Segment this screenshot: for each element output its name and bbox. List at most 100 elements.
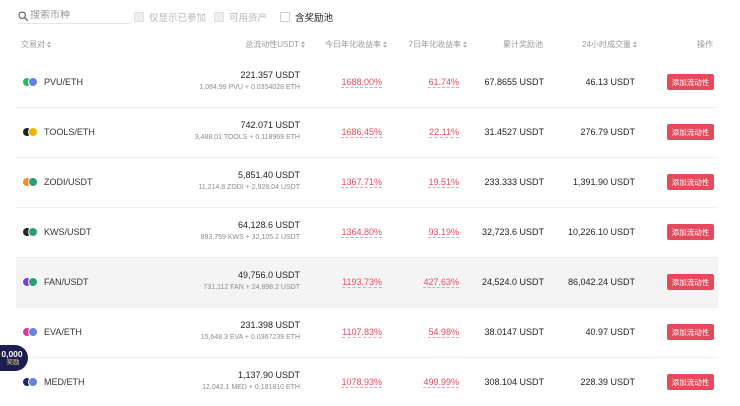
quote-token-icon bbox=[28, 227, 38, 237]
reward-pool-checkbox[interactable] bbox=[280, 12, 290, 22]
header-cumulative-reward: 累计奖励池 bbox=[503, 39, 543, 50]
sort-icon bbox=[463, 40, 468, 49]
pair-name: ZODI/USDT bbox=[44, 177, 93, 187]
add-liquidity-button[interactable]: 添加流动性 bbox=[667, 74, 714, 90]
today-apr[interactable]: 1688.00% bbox=[341, 77, 382, 88]
add-liquidity-button[interactable]: 添加流动性 bbox=[667, 124, 714, 140]
cumulative-reward: 24,524.0 USDT bbox=[481, 277, 544, 287]
apr-7d[interactable]: 499.99% bbox=[423, 377, 459, 388]
pair-name: FAN/USDT bbox=[44, 277, 89, 287]
apr-7d[interactable]: 93.19% bbox=[428, 227, 459, 238]
quote-token-icon bbox=[28, 127, 38, 137]
header-cumulative-reward-label: 累计奖励池 bbox=[503, 40, 543, 49]
sort-icon bbox=[301, 40, 306, 49]
apr-7d[interactable]: 22.11% bbox=[429, 127, 459, 138]
token-pair-icon bbox=[22, 275, 38, 289]
liquidity-detail: 3,488.01 TOOLS + 0.118969 ETH bbox=[194, 134, 300, 141]
pair-cell[interactable]: MED/ETH bbox=[22, 375, 85, 389]
search-box[interactable] bbox=[18, 8, 130, 24]
apr-7d[interactable]: 427.63% bbox=[423, 277, 459, 288]
today-apr[interactable]: 1107.83% bbox=[342, 327, 382, 338]
table-row: KWS/USDT 64,128.6 USDT 893,759 KWS + 32,… bbox=[16, 208, 718, 258]
add-liquidity-button[interactable]: 添加流动性 bbox=[667, 374, 714, 390]
liquidity-detail: 11,214.8 ZODI + 2,928.04 USDT bbox=[198, 184, 300, 191]
pair-name: MED/ETH bbox=[44, 377, 85, 387]
volume-24h: 276.79 USDT bbox=[580, 127, 635, 137]
header-24h-volume[interactable]: 24小时成交量 bbox=[582, 39, 638, 50]
volume-24h: 1,391.90 USDT bbox=[572, 177, 635, 187]
sort-icon bbox=[633, 40, 638, 49]
search-input[interactable] bbox=[30, 10, 126, 21]
today-apr[interactable]: 1367.71% bbox=[341, 177, 382, 188]
volume-24h: 46.13 USDT bbox=[585, 77, 635, 87]
available-assets-filter[interactable]: 可用资产 bbox=[214, 10, 267, 24]
token-pair-icon bbox=[22, 75, 38, 89]
search-icon bbox=[18, 10, 28, 21]
quote-token-icon bbox=[28, 277, 38, 287]
header-action-label: 操作 bbox=[697, 40, 713, 49]
today-apr[interactable]: 1193.73% bbox=[342, 277, 382, 288]
promo-amount: 0,000 bbox=[1, 349, 23, 359]
cumulative-reward: 67.8655 USDT bbox=[484, 77, 544, 87]
pair-name: KWS/USDT bbox=[44, 227, 92, 237]
header-7d-apr[interactable]: 7日年化收益率 bbox=[409, 39, 468, 50]
cumulative-reward: 38.0147 USDT bbox=[484, 327, 544, 337]
pair-cell[interactable]: ZODI/USDT bbox=[22, 175, 93, 189]
today-apr[interactable]: 1078.93% bbox=[341, 377, 382, 388]
total-liquidity: 221.357 USDT bbox=[240, 70, 300, 80]
token-pair-icon bbox=[22, 125, 38, 139]
volume-24h: 40.97 USDT bbox=[585, 327, 635, 337]
total-liquidity: 742.071 USDT bbox=[240, 120, 300, 130]
volume-24h: 86,042.24 USDT bbox=[567, 277, 635, 287]
pair-cell[interactable]: KWS/USDT bbox=[22, 225, 92, 239]
today-apr[interactable]: 1686.45% bbox=[341, 127, 382, 138]
reward-pool-filter[interactable]: 含奖励池 bbox=[280, 10, 333, 24]
liquidity-detail: 731,112 FAN + 24,898.2 USDT bbox=[203, 284, 300, 291]
table-row: MED/ETH 1,137.90 USDT 12,042.1 MED + 0.1… bbox=[16, 358, 718, 406]
pair-name: TOOLS/ETH bbox=[44, 127, 95, 137]
available-assets-label: 可用资产 bbox=[229, 13, 268, 24]
cumulative-reward: 31.4527 USDT bbox=[484, 127, 544, 137]
header-24h-volume-label: 24小时成交量 bbox=[582, 40, 631, 49]
apr-7d[interactable]: 54.98% bbox=[428, 327, 459, 338]
pair-name: EVA/ETH bbox=[44, 327, 82, 337]
today-apr[interactable]: 1364.80% bbox=[341, 227, 382, 238]
only-joined-checkbox[interactable] bbox=[134, 12, 144, 22]
header-total-liquidity[interactable]: 总流动性USDT bbox=[245, 39, 306, 50]
apr-7d[interactable]: 61.74% bbox=[428, 77, 459, 88]
pair-cell[interactable]: PVU/ETH bbox=[22, 75, 83, 89]
pair-cell[interactable]: EVA/ETH bbox=[22, 325, 82, 339]
total-liquidity: 49,756.0 USDT bbox=[237, 270, 300, 280]
add-liquidity-button[interactable]: 添加流动性 bbox=[667, 324, 714, 340]
pair-cell[interactable]: TOOLS/ETH bbox=[22, 125, 95, 139]
promo-badge[interactable]: 0,000 奖励 bbox=[0, 345, 28, 371]
table-row: FAN/USDT 49,756.0 USDT 731,112 FAN + 24,… bbox=[16, 258, 718, 308]
quote-token-icon bbox=[28, 177, 38, 187]
table-row: ZODI/USDT 5,851.40 USDT 11,214.8 ZODI + … bbox=[16, 158, 718, 208]
only-joined-filter[interactable]: 仅显示已参加 bbox=[134, 10, 206, 24]
available-assets-checkbox[interactable] bbox=[214, 12, 224, 22]
quote-token-icon bbox=[28, 77, 38, 87]
token-pair-icon bbox=[22, 225, 38, 239]
add-liquidity-button[interactable]: 添加流动性 bbox=[667, 224, 714, 240]
cumulative-reward: 233.333 USDT bbox=[484, 177, 544, 187]
total-liquidity: 64,128.6 USDT bbox=[237, 220, 300, 230]
liquidity-detail: 15,648.3 EVA + 0.0367239 ETH bbox=[200, 334, 300, 341]
pair-cell[interactable]: FAN/USDT bbox=[22, 275, 89, 289]
apr-7d[interactable]: 19.51% bbox=[428, 177, 459, 188]
table-row: EVA/ETH 231.398 USDT 15,648.3 EVA + 0.03… bbox=[16, 308, 718, 358]
total-liquidity: 1,137.90 USDT bbox=[237, 370, 300, 380]
header-pair[interactable]: 交易对 bbox=[21, 39, 52, 50]
total-liquidity: 5,851.40 USDT bbox=[237, 170, 300, 180]
pair-name: PVU/ETH bbox=[44, 77, 84, 87]
liquidity-detail: 1,084.99 PVU + 0.0354028 ETH bbox=[199, 84, 300, 91]
quote-token-icon bbox=[28, 327, 38, 337]
cumulative-reward: 308.104 USDT bbox=[484, 377, 544, 387]
add-liquidity-button[interactable]: 添加流动性 bbox=[667, 274, 714, 290]
header-today-apr-label: 今日年化收益率 bbox=[325, 40, 381, 49]
liquidity-detail: 893,759 KWS + 32,105.2 USDT bbox=[200, 234, 300, 241]
add-liquidity-button[interactable]: 添加流动性 bbox=[667, 174, 714, 190]
promo-label: 奖励 bbox=[6, 359, 20, 366]
token-pair-icon bbox=[22, 175, 38, 189]
header-today-apr[interactable]: 今日年化收益率 bbox=[325, 39, 388, 50]
